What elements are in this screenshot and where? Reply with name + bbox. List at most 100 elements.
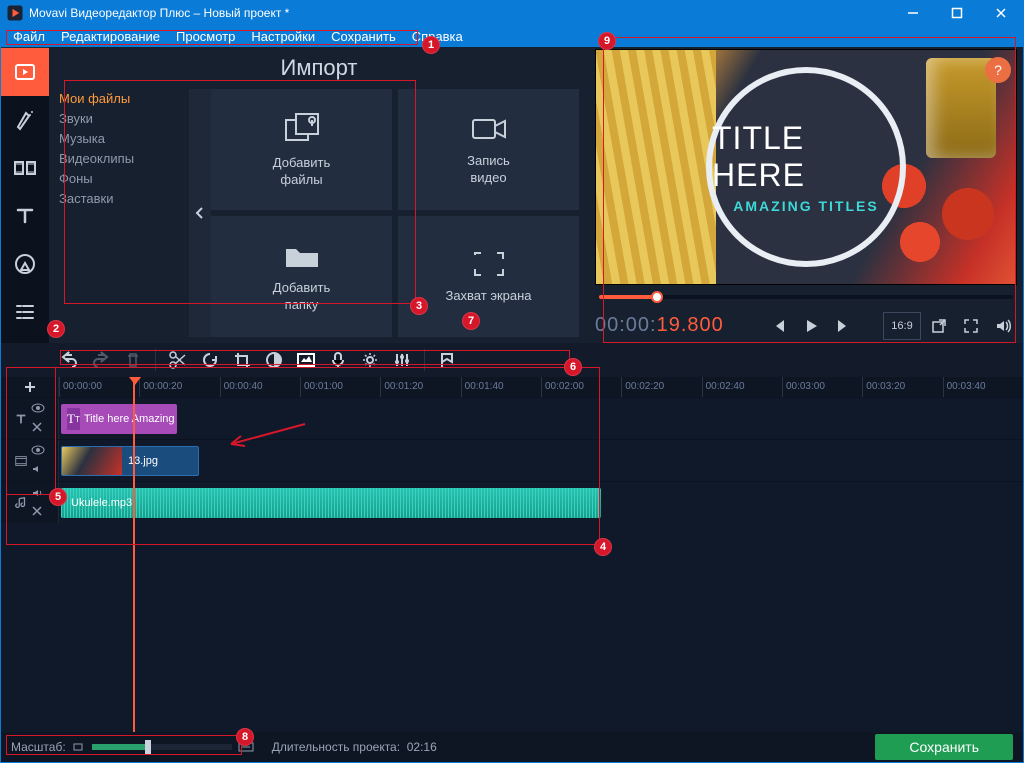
split-button[interactable] (164, 346, 192, 374)
ruler-tick: 00:00:40 (220, 377, 300, 397)
titlebar: Movavi Видеоредактор Плюс – Новый проект… (1, 1, 1023, 25)
tile-label: Запись видео (467, 152, 510, 186)
track-unlink-icon[interactable] (31, 421, 45, 435)
track-audio-icon[interactable] (31, 463, 45, 477)
project-duration: Длительность проекта: 02:16 (272, 740, 437, 754)
equalizer-button[interactable] (388, 346, 416, 374)
audio-clip[interactable]: Ukulele.mp3 (61, 488, 601, 518)
callout-5: 5 (49, 488, 67, 506)
aspect-ratio-button[interactable]: 16:9 (883, 312, 921, 340)
callout-3: 3 (410, 297, 428, 315)
menu-file[interactable]: Файл (5, 27, 53, 46)
ruler-tick: 00:03:20 (862, 377, 942, 397)
video-clip[interactable]: 13.jpg (61, 446, 199, 476)
track-unlink-icon[interactable] (31, 505, 45, 519)
zoom-control[interactable]: Масштаб: (11, 740, 254, 754)
preview-panel: ? TITLE HERE AMAZING TITLES 00:00:19.800 (589, 47, 1023, 343)
ruler-tick: 00:01:00 (300, 377, 380, 397)
title-clip-icon: TT (67, 408, 80, 430)
titles-track-icon (14, 412, 28, 426)
callout-2: 2 (47, 320, 65, 338)
cat-clips[interactable]: Видеоклипы (59, 149, 181, 169)
audio-track-icon (14, 496, 28, 510)
title-clip[interactable]: TT Title here Amazing titles (61, 404, 177, 434)
prev-frame-button[interactable] (765, 312, 793, 340)
menu-edit[interactable]: Редактирование (53, 27, 168, 46)
tile-screen-capture[interactable]: Захват экрана (398, 216, 579, 337)
callout-1: 1 (422, 36, 440, 54)
ruler-tick: 00:00:00 (59, 377, 139, 397)
track-visible-icon[interactable] (31, 445, 45, 459)
video-clip-thumb (62, 447, 122, 475)
rail-stickers[interactable] (1, 240, 49, 288)
track-visible-icon[interactable] (31, 403, 45, 417)
zoom-label: Масштаб: (11, 740, 66, 754)
callout-8: 8 (236, 728, 254, 746)
preview-frame[interactable]: TITLE HERE AMAZING TITLES (595, 49, 1017, 285)
menubar: Файл Редактирование Просмотр Настройки С… (1, 25, 1023, 47)
cat-intros[interactable]: Заставки (59, 189, 181, 209)
detach-preview-button[interactable] (925, 312, 953, 340)
record-audio-button[interactable] (324, 346, 352, 374)
menu-view[interactable]: Просмотр (168, 27, 243, 46)
cat-backgrounds[interactable]: Фоны (59, 169, 181, 189)
menu-save[interactable]: Сохранить (323, 27, 404, 46)
title-line2: AMAZING TITLES (733, 198, 878, 214)
rail-more[interactable] (1, 288, 49, 336)
title-track: TT Title here Amazing titles (1, 397, 1023, 439)
ruler-tick: 00:01:20 (380, 377, 460, 397)
color-adjust-button[interactable] (260, 346, 288, 374)
audio-track: Ukulele.mp3 (1, 481, 1023, 523)
callout-9: 9 (598, 32, 616, 50)
volume-button[interactable] (989, 312, 1017, 340)
minimize-button[interactable] (891, 1, 935, 25)
rail-filters[interactable] (1, 96, 49, 144)
tile-label: Добавить файлы (273, 154, 330, 188)
rotate-button[interactable] (196, 346, 224, 374)
next-frame-button[interactable] (829, 312, 857, 340)
video-track-icon (14, 454, 28, 468)
save-button[interactable]: Сохранить (875, 734, 1013, 760)
cat-my-files[interactable]: Мои файлы (59, 89, 181, 109)
crop-button[interactable] (228, 346, 256, 374)
menu-settings[interactable]: Настройки (243, 27, 323, 46)
rail-titles[interactable] (1, 192, 49, 240)
close-button[interactable] (979, 1, 1023, 25)
ruler-tick: 00:01:40 (461, 377, 541, 397)
ruler-tick: 00:03:40 (943, 377, 1023, 397)
rail-import[interactable] (1, 48, 49, 96)
marker-button[interactable] (433, 346, 461, 374)
clip-properties-button[interactable] (356, 346, 384, 374)
seek-bar[interactable] (595, 285, 1017, 309)
fullscreen-button[interactable] (957, 312, 985, 340)
redo-button[interactable] (87, 346, 115, 374)
tile-add-files[interactable]: Добавить файлы (211, 89, 392, 210)
collapse-categories-button[interactable] (189, 89, 211, 337)
playhead[interactable] (133, 377, 135, 732)
tile-label: Захват экрана (445, 287, 531, 304)
edit-toolbar (1, 343, 1023, 377)
transition-wizard-button[interactable] (292, 346, 320, 374)
rail-transitions[interactable] (1, 144, 49, 192)
callout-7: 7 (462, 312, 480, 330)
callout-6: 6 (564, 358, 582, 376)
ruler-tick: 00:02:40 (702, 377, 782, 397)
time-ruler[interactable]: 00:00:0000:00:2000:00:4000:01:0000:01:20… (1, 377, 1023, 397)
import-panel: Импорт Мои файлы Звуки Музыка Видеоклипы… (49, 47, 589, 343)
cat-music[interactable]: Музыка (59, 129, 181, 149)
play-button[interactable] (797, 312, 825, 340)
cat-sounds[interactable]: Звуки (59, 109, 181, 129)
video-track: 13.jpg (1, 439, 1023, 481)
undo-button[interactable] (55, 346, 83, 374)
help-button[interactable]: ? (985, 57, 1011, 83)
zoom-out-icon[interactable] (72, 741, 86, 753)
maximize-button[interactable] (935, 1, 979, 25)
tile-label: Добавить папку (273, 279, 330, 313)
track-audio-icon[interactable] (31, 487, 45, 501)
title-line1: TITLE HERE (712, 120, 900, 194)
tile-record-video[interactable]: Запись видео (398, 89, 579, 210)
delete-button[interactable] (119, 346, 147, 374)
add-track-button[interactable] (1, 377, 59, 397)
ruler-tick: 00:03:00 (782, 377, 862, 397)
tile-add-folder[interactable]: Добавить папку (211, 216, 392, 337)
